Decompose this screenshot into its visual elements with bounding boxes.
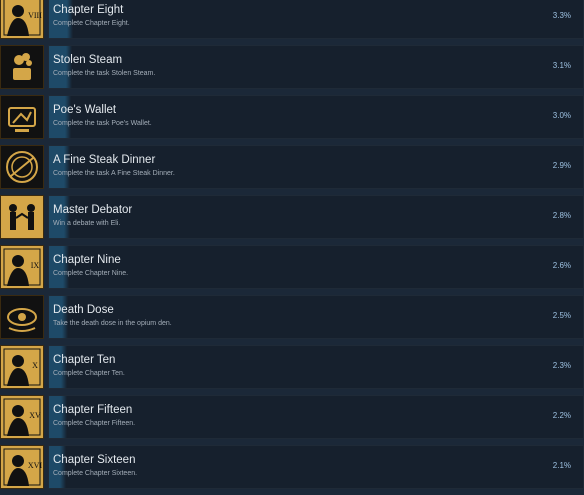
- achievement-row[interactable]: XV Chapter Fifteen Complete Chapter Fiftee…: [0, 395, 584, 445]
- achievement-title: Stolen Steam: [53, 54, 123, 66]
- achievement-row[interactable]: Poe's Wallet Complete the task Poe's Wall…: [0, 95, 584, 145]
- achievement-row[interactable]: IX Chapter Nine Complete Chapter Nine. 2.6%: [0, 245, 584, 295]
- achievement-title: Chapter Fifteen: [53, 404, 133, 416]
- unlock-progress-bar: [49, 46, 66, 88]
- debate-figures-icon: [0, 195, 44, 239]
- unlock-percent: 2.5%: [552, 311, 571, 320]
- achievement-description: Complete Chapter Eight.: [53, 20, 130, 27]
- achievement-description: Complete Chapter Ten.: [53, 370, 125, 377]
- chapter-ten-icon: X: [0, 345, 44, 389]
- opium-eye-icon: [0, 295, 44, 339]
- stolen-steam-icon: [0, 45, 44, 89]
- achievement-card: Death Dose Take the death dose in the opi…: [48, 295, 584, 339]
- achievement-row[interactable]: A Fine Steak Dinner Complete the task A F…: [0, 145, 584, 195]
- unlock-progress-bar: [49, 396, 61, 438]
- unlock-percent: 2.2%: [552, 411, 571, 420]
- achievement-row[interactable]: Death Dose Take the death dose in the opi…: [0, 295, 584, 345]
- unlock-percent: 2.1%: [552, 461, 571, 470]
- unlock-progress-bar: [49, 96, 65, 138]
- achievement-card: Chapter Fifteen Complete Chapter Fifteen.…: [48, 395, 584, 439]
- achievement-description: Complete Chapter Fifteen.: [53, 420, 136, 427]
- unlock-percent: 2.8%: [552, 211, 571, 220]
- icon-roman-numeral: X: [32, 361, 38, 370]
- chapter-sixteen-icon: XVI: [0, 445, 44, 489]
- unlock-progress-bar: [49, 446, 60, 488]
- unlock-progress-bar: [49, 196, 64, 238]
- icon-roman-numeral: VIII: [28, 11, 42, 20]
- achievement-card: A Fine Steak Dinner Complete the task A F…: [48, 145, 584, 189]
- progress-bar-fade: [63, 246, 69, 288]
- achievement-description: Win a debate with Eli.: [53, 220, 121, 227]
- chapter-fifteen-icon: XV: [0, 395, 44, 439]
- achievement-row[interactable]: VIII Chapter Eight Complete Chapter Eight.…: [0, 0, 584, 45]
- unlock-progress-bar: [49, 146, 64, 188]
- progress-bar-fade: [65, 96, 71, 138]
- icon-roman-numeral: XVI: [28, 461, 43, 470]
- progress-bar-fade: [61, 346, 67, 388]
- achievement-card: Chapter Eight Complete Chapter Eight. 3.3%: [48, 0, 584, 39]
- achievement-card: Stolen Steam Complete the task Stolen Ste…: [48, 45, 584, 89]
- achievement-row[interactable]: Master Debator Win a debate with Eli. 2.8%: [0, 195, 584, 245]
- icon-roman-numeral: IX: [31, 261, 40, 270]
- unlock-percent: 2.6%: [552, 261, 571, 270]
- unlock-progress-bar: [49, 246, 63, 288]
- achievement-title: Death Dose: [53, 304, 114, 316]
- unlock-percent: 3.1%: [552, 61, 571, 70]
- achievement-description: Complete the task Poe's Wallet.: [53, 120, 152, 127]
- progress-bar-fade: [62, 296, 68, 338]
- chapter-eight-icon: VIII: [0, 0, 44, 39]
- achievement-title: Poe's Wallet: [53, 104, 117, 116]
- unlock-percent: 2.9%: [552, 161, 571, 170]
- wallet-icon: [0, 95, 44, 139]
- achievement-title: Chapter Nine: [53, 254, 121, 266]
- steak-plate-icon: [0, 145, 44, 189]
- chapter-nine-icon: IX: [0, 245, 44, 289]
- unlock-progress-bar: [49, 296, 62, 338]
- progress-bar-fade: [64, 196, 70, 238]
- progress-bar-fade: [64, 146, 70, 188]
- achievement-row[interactable]: Stolen Steam Complete the task Stolen Ste…: [0, 45, 584, 95]
- achievement-title: Chapter Sixteen: [53, 454, 136, 466]
- progress-bar-fade: [60, 446, 66, 488]
- achievement-description: Complete Chapter Sixteen.: [53, 470, 138, 477]
- unlock-percent: 3.0%: [552, 111, 571, 120]
- achievement-title: Chapter Ten: [53, 354, 116, 366]
- achievement-card: Poe's Wallet Complete the task Poe's Wall…: [48, 95, 584, 139]
- progress-bar-fade: [66, 46, 72, 88]
- achievement-description: Take the death dose in the opium den.: [53, 320, 172, 327]
- achievement-card: Chapter Nine Complete Chapter Nine. 2.6%: [48, 245, 584, 289]
- achievement-card: Chapter Sixteen Complete Chapter Sixteen.…: [48, 445, 584, 489]
- progress-bar-fade: [61, 396, 67, 438]
- achievement-description: Complete Chapter Nine.: [53, 270, 129, 277]
- icon-roman-numeral: XV: [29, 411, 41, 420]
- achievement-card: Chapter Ten Complete Chapter Ten. 2.3%: [48, 345, 584, 389]
- achievement-row[interactable]: X Chapter Ten Complete Chapter Ten. 2.3%: [0, 345, 584, 395]
- achievement-title: Master Debator: [53, 204, 133, 216]
- unlock-progress-bar: [49, 346, 61, 388]
- achievement-description: Complete the task Stolen Steam.: [53, 70, 156, 77]
- achievement-title: Chapter Eight: [53, 4, 124, 16]
- achievement-card: Master Debator Win a debate with Eli. 2.8%: [48, 195, 584, 239]
- unlock-percent: 3.3%: [552, 11, 571, 20]
- achievement-title: A Fine Steak Dinner: [53, 154, 156, 166]
- achievement-description: Complete the task A Fine Steak Dinner.: [53, 170, 175, 177]
- unlock-percent: 2.3%: [552, 361, 571, 370]
